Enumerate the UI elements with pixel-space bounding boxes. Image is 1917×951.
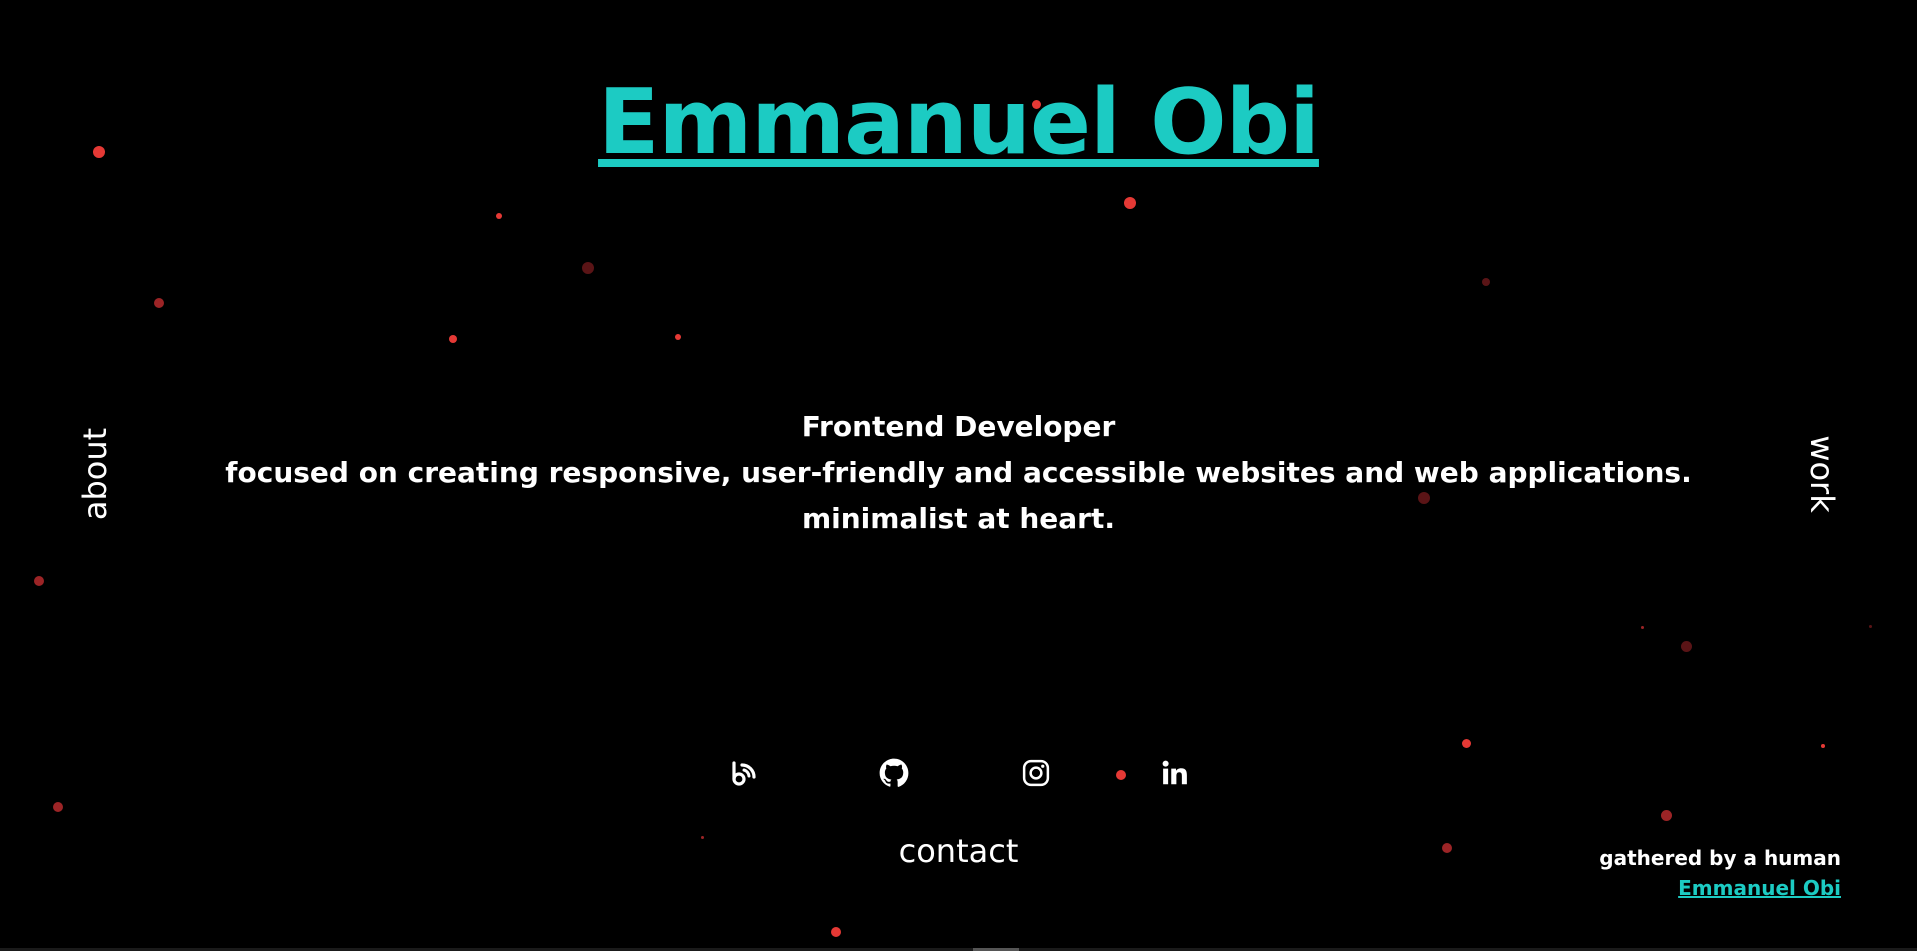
linkedin-link[interactable] bbox=[1157, 755, 1193, 791]
particle bbox=[154, 298, 164, 308]
role-text: Frontend Developer bbox=[801, 410, 1116, 443]
credit-text: gathered by a human bbox=[1599, 846, 1841, 870]
github-link[interactable] bbox=[876, 755, 912, 791]
particle bbox=[1661, 810, 1672, 821]
particle bbox=[53, 802, 63, 812]
particle bbox=[449, 335, 457, 343]
linkedin-icon bbox=[1162, 760, 1187, 785]
contact-link[interactable]: contact bbox=[899, 832, 1019, 870]
intro-section: Frontend Developer focused on creating r… bbox=[0, 404, 1917, 542]
particle bbox=[34, 576, 44, 586]
particle bbox=[831, 927, 841, 937]
home-link[interactable]: Emmanuel Obi bbox=[598, 70, 1320, 175]
motto-text: minimalist at heart. bbox=[801, 502, 1116, 535]
particle bbox=[1641, 626, 1644, 629]
blog-link[interactable] bbox=[727, 755, 763, 791]
particle bbox=[1482, 278, 1490, 286]
social-links bbox=[0, 755, 1917, 791]
particle bbox=[1681, 641, 1692, 652]
footer-credit: gathered by a human Emmanuel Obi bbox=[1599, 843, 1841, 903]
focus-text: focused on creating responsive, user-fri… bbox=[225, 456, 1692, 489]
particle bbox=[675, 334, 681, 340]
instagram-link[interactable] bbox=[1018, 755, 1054, 791]
particle bbox=[1821, 744, 1825, 748]
blog-icon bbox=[732, 761, 756, 786]
particle bbox=[496, 213, 502, 219]
particle bbox=[1869, 625, 1872, 628]
particle bbox=[1124, 197, 1136, 209]
page-title: Emmanuel Obi bbox=[0, 70, 1917, 175]
particle bbox=[1462, 739, 1471, 748]
particle bbox=[582, 262, 594, 274]
instagram-icon bbox=[1022, 759, 1050, 787]
credit-name-link[interactable]: Emmanuel Obi bbox=[1599, 873, 1841, 903]
github-icon bbox=[879, 758, 909, 787]
